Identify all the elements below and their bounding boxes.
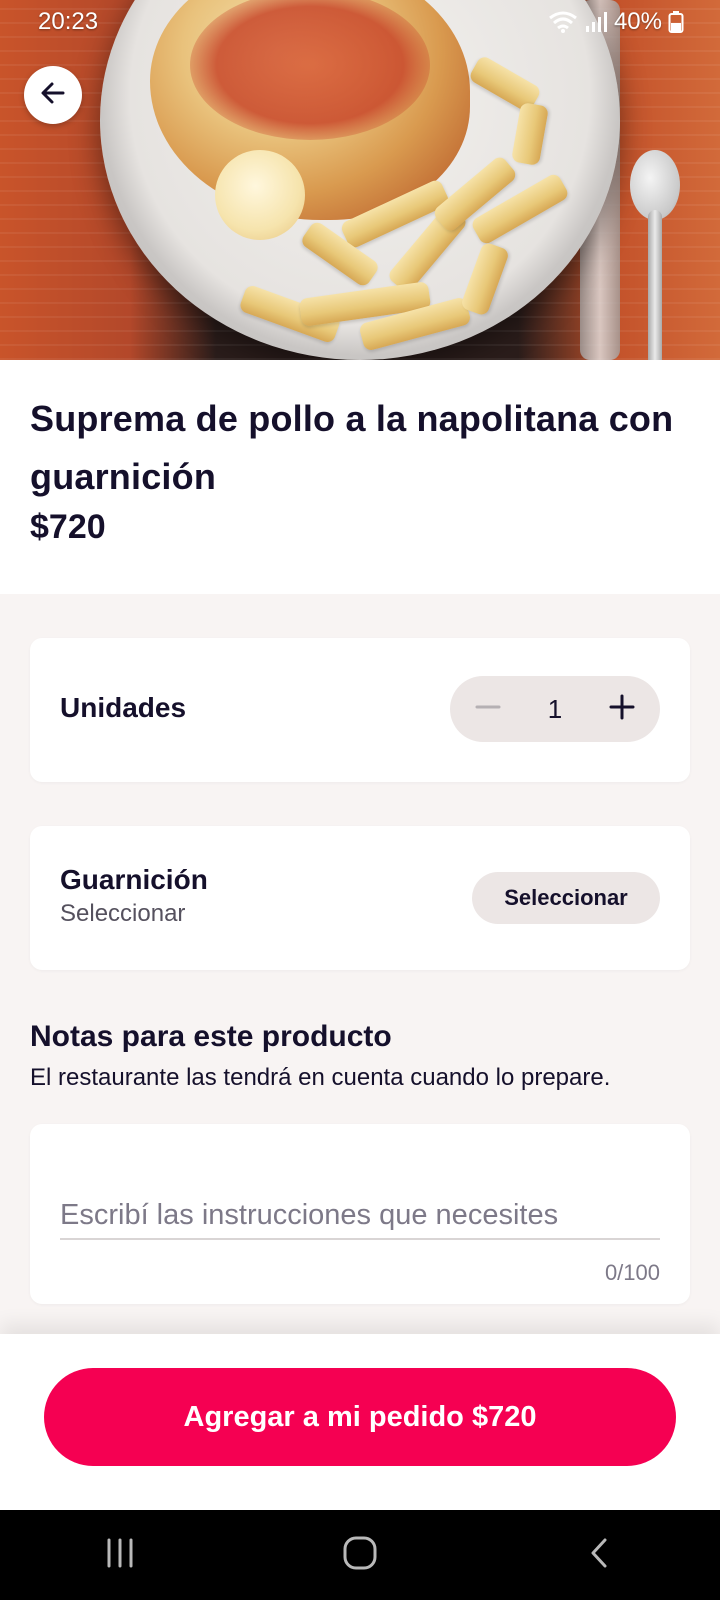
select-garnish-button[interactable]: Seleccionar: [472, 872, 660, 924]
product-image: [0, 0, 720, 360]
status-bar: 20:23 40%: [0, 0, 720, 44]
home-icon: [341, 1534, 379, 1577]
decrease-button[interactable]: [472, 693, 504, 725]
back-button[interactable]: [24, 66, 82, 124]
garnish-card: Guarnición Seleccionar Seleccionar: [30, 826, 690, 970]
units-label: Unidades: [60, 692, 187, 723]
signal-icon: [584, 10, 608, 34]
quantity-stepper: 1: [450, 676, 660, 742]
home-button[interactable]: [330, 1525, 390, 1585]
recent-apps-icon: [103, 1536, 137, 1575]
garnish-title: Guarnición: [60, 864, 208, 895]
units-card: Unidades 1: [30, 638, 690, 782]
status-icons: 40%: [548, 8, 684, 36]
arrow-left-icon: [39, 79, 67, 112]
melted-cheese: [215, 150, 305, 240]
system-navigation-bar: [0, 1510, 720, 1600]
add-to-order-button[interactable]: Agregar a mi pedido $720: [44, 1368, 676, 1466]
increase-button[interactable]: [606, 693, 638, 725]
system-back-button[interactable]: [570, 1525, 630, 1585]
product-header: Suprema de pollo a la napolitana con gua…: [0, 360, 720, 594]
quantity-value: 1: [547, 693, 563, 724]
notes-title: Notas para este producto: [30, 1020, 392, 1053]
product-price: $720: [30, 508, 106, 546]
notes-input[interactable]: [60, 1192, 660, 1240]
notes-subtitle: El restaurante las tendrá en cuenta cuan…: [30, 1064, 611, 1091]
spoon-handle: [648, 210, 662, 360]
notes-card: 0/100: [30, 1124, 690, 1304]
back-icon: [585, 1536, 615, 1575]
plus-icon: [609, 694, 635, 725]
character-counter: 0/100: [604, 1260, 660, 1285]
recent-apps-button[interactable]: [90, 1525, 150, 1585]
garnish-selection: Seleccionar: [60, 900, 186, 927]
battery-icon: [668, 10, 684, 34]
minus-icon: [475, 694, 501, 725]
wifi-icon: [548, 10, 578, 34]
bottom-action-bar: Agregar a mi pedido $720: [0, 1334, 720, 1510]
status-time: 20:23: [38, 8, 99, 35]
battery-text: 40%: [613, 8, 662, 35]
product-title: Suprema de pollo a la napolitana con gua…: [30, 398, 674, 497]
